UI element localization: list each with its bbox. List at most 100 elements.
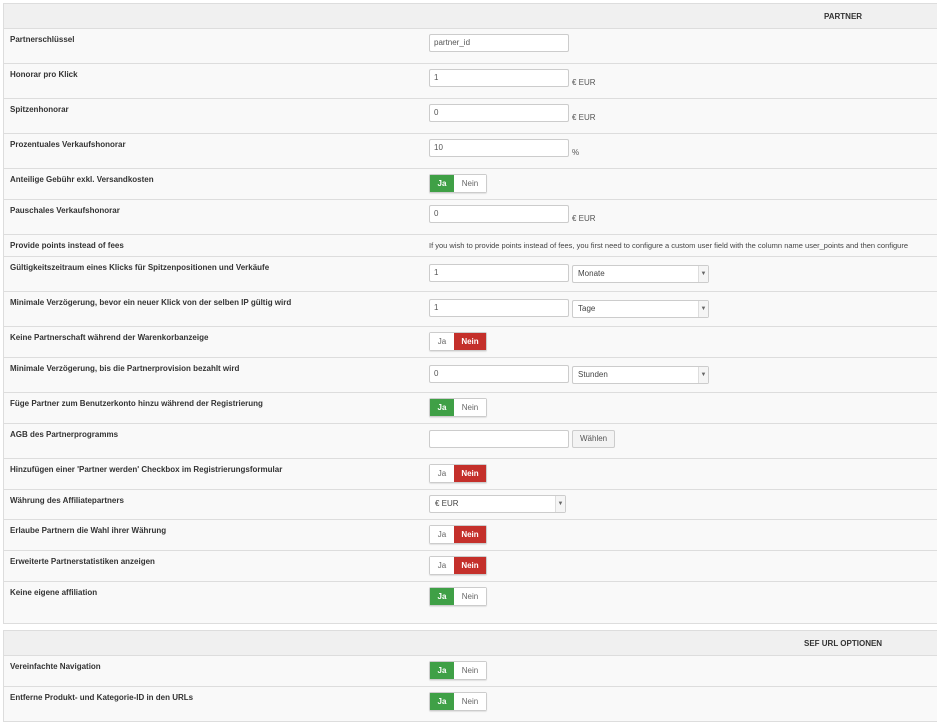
text-input[interactable]: 0	[429, 104, 569, 122]
setting-row: AGB des Partnerprogramms Wählen	[4, 424, 937, 459]
setting-label: Füge Partner zum Benutzerkonto hinzu wäh…	[10, 399, 263, 408]
setting-label: AGB des Partnerprogramms	[10, 430, 119, 439]
setting-label: Vereinfachte Navigation	[10, 662, 101, 671]
text-input[interactable]: 1	[429, 263, 569, 282]
yes-no-toggle[interactable]: Ja Nein	[429, 174, 487, 193]
setting-control: partner_id	[429, 34, 569, 52]
chevron-down-icon: ▼	[555, 496, 565, 512]
setting-control: Ja Nein	[429, 661, 487, 680]
setting-control: 0 Stunden ▼	[429, 363, 709, 384]
setting-control: Ja Nein	[429, 464, 487, 483]
setting-row: Erlaube Partnern die Wahl ihrer Währung J…	[4, 520, 937, 551]
setting-row: Entferne Produkt- und Kategorie-ID in de…	[4, 687, 937, 721]
section-title: SEF URL OPTIONEN	[804, 639, 883, 648]
yes-option[interactable]: Ja	[430, 465, 454, 482]
setting-control: Ja Nein	[429, 587, 487, 606]
setting-control: Ja Nein	[429, 556, 487, 575]
text-input[interactable]: 1	[429, 69, 569, 87]
no-option[interactable]: Nein	[454, 399, 486, 416]
setting-row: Füge Partner zum Benutzerkonto hinzu wäh…	[4, 393, 937, 424]
yes-option[interactable]: Ja	[430, 588, 454, 605]
setting-control: 0 € EUR	[429, 104, 596, 122]
no-option[interactable]: Nein	[454, 662, 486, 679]
setting-control: 0 € EUR	[429, 205, 596, 223]
unit-label: € EUR	[572, 112, 596, 122]
yes-no-toggle[interactable]: Ja Nein	[429, 587, 487, 606]
yes-no-toggle[interactable]: Ja Nein	[429, 692, 487, 711]
setting-row: Prozentuales Verkaufshonorar 10%	[4, 134, 937, 169]
unit-label: € EUR	[572, 77, 596, 87]
text-input[interactable]: 1	[429, 298, 569, 317]
yes-option[interactable]: Ja	[430, 693, 454, 710]
setting-label: Minimale Verzögerung, bevor ein neuer Kl…	[10, 298, 292, 307]
setting-row: Minimale Verzögerung, bis die Partnerpro…	[4, 358, 937, 393]
setting-row: Minimale Verzögerung, bevor ein neuer Kl…	[4, 292, 937, 327]
setting-control: Ja Nein	[429, 174, 487, 193]
text-input[interactable]: 10	[429, 139, 569, 157]
sef-url-section: SEF URL OPTIONEN Vereinfachte Navigation…	[3, 630, 937, 722]
setting-row: Spitzenhonorar 0 € EUR	[4, 99, 937, 134]
text-input[interactable]	[429, 429, 569, 448]
setting-row: Honorar pro Klick 1 € EUR	[4, 64, 937, 99]
yes-option[interactable]: Ja	[430, 526, 454, 543]
settings-rows: Vereinfachte Navigation Ja Nein Entferne Pr…	[4, 656, 937, 721]
no-option[interactable]: Nein	[454, 693, 486, 710]
setting-control: Wählen	[429, 429, 616, 448]
no-option[interactable]: Nein	[454, 588, 486, 605]
chevron-down-icon: ▼	[698, 301, 708, 317]
setting-control: 1 € EUR	[429, 69, 596, 87]
yes-no-toggle[interactable]: Ja Nein	[429, 661, 487, 680]
select-dropdown[interactable]: Monate ▼	[572, 265, 709, 283]
chevron-down-icon: ▼	[698, 367, 708, 383]
yes-option[interactable]: Ja	[430, 662, 454, 679]
yes-option[interactable]: Ja	[430, 333, 454, 350]
no-option[interactable]: Nein	[454, 333, 486, 350]
yes-option[interactable]: Ja	[430, 399, 454, 416]
yes-option[interactable]: Ja	[430, 175, 454, 192]
setting-row: Erweiterte Partnerstatistiken anzeigen Ja…	[4, 551, 937, 582]
select-dropdown[interactable]: Stunden ▼	[572, 366, 709, 384]
setting-label: Erlaube Partnern die Wahl ihrer Währung	[10, 526, 167, 535]
no-option[interactable]: Nein	[454, 175, 486, 192]
setting-control: 1 Tage ▼	[429, 297, 709, 318]
no-option[interactable]: Nein	[454, 557, 486, 574]
setting-row: Vereinfachte Navigation Ja Nein	[4, 656, 937, 687]
setting-row: Pauschales Verkaufshonorar 0 € EUR	[4, 200, 937, 235]
setting-row: Provide points instead of fees If you wis…	[4, 235, 937, 257]
section-header: PARTNER	[4, 4, 937, 29]
text-input[interactable]: partner_id	[429, 34, 569, 52]
setting-label: Provide points instead of fees	[10, 241, 124, 250]
setting-label: Hinzufügen einer 'Partner werden' Checkb…	[10, 465, 283, 474]
select-value: € EUR	[435, 499, 459, 508]
setting-row: Währung des Affiliatepartners € EUR ▼	[4, 490, 937, 520]
select-dropdown[interactable]: € EUR ▼	[429, 495, 566, 513]
setting-label: Entferne Produkt- und Kategorie-ID in de…	[10, 693, 194, 702]
text-input[interactable]: 0	[429, 364, 569, 383]
yes-no-toggle[interactable]: Ja Nein	[429, 332, 487, 351]
settings-rows: Partnerschlüssel partner_id Honorar pro Kl…	[4, 29, 937, 623]
yes-no-toggle[interactable]: Ja Nein	[429, 464, 487, 483]
yes-no-toggle[interactable]: Ja Nein	[429, 525, 487, 544]
setting-row: Anteilige Gebühr exkl. Versandkosten Ja Ne…	[4, 169, 937, 200]
yes-no-toggle[interactable]: Ja Nein	[429, 556, 487, 575]
setting-label: Partnerschlüssel	[10, 35, 75, 44]
section-title: PARTNER	[824, 12, 863, 21]
setting-control: Ja Nein	[429, 332, 487, 351]
no-option[interactable]: Nein	[454, 526, 486, 543]
setting-label: Gültigkeitszeitraum eines Klicks für Spi…	[10, 263, 270, 272]
unit-label: %	[572, 147, 580, 157]
setting-label: Prozentuales Verkaufshonorar	[10, 140, 126, 149]
setting-label: Minimale Verzögerung, bis die Partnerpro…	[10, 364, 240, 373]
no-option[interactable]: Nein	[454, 465, 486, 482]
unit-label: € EUR	[572, 213, 596, 223]
choose-button[interactable]: Wählen	[572, 430, 616, 448]
setting-label: Honorar pro Klick	[10, 70, 78, 79]
select-dropdown[interactable]: Tage ▼	[572, 300, 709, 318]
text-input[interactable]: 0	[429, 205, 569, 223]
yes-option[interactable]: Ja	[430, 557, 454, 574]
setting-control: € EUR ▼	[429, 495, 566, 513]
select-value: Tage	[578, 304, 596, 313]
yes-no-toggle[interactable]: Ja Nein	[429, 398, 487, 417]
setting-row: Keine eigene affiliation Ja Nein	[4, 582, 937, 623]
setting-label: Keine Partnerschaft während der Warenkor…	[10, 333, 209, 342]
